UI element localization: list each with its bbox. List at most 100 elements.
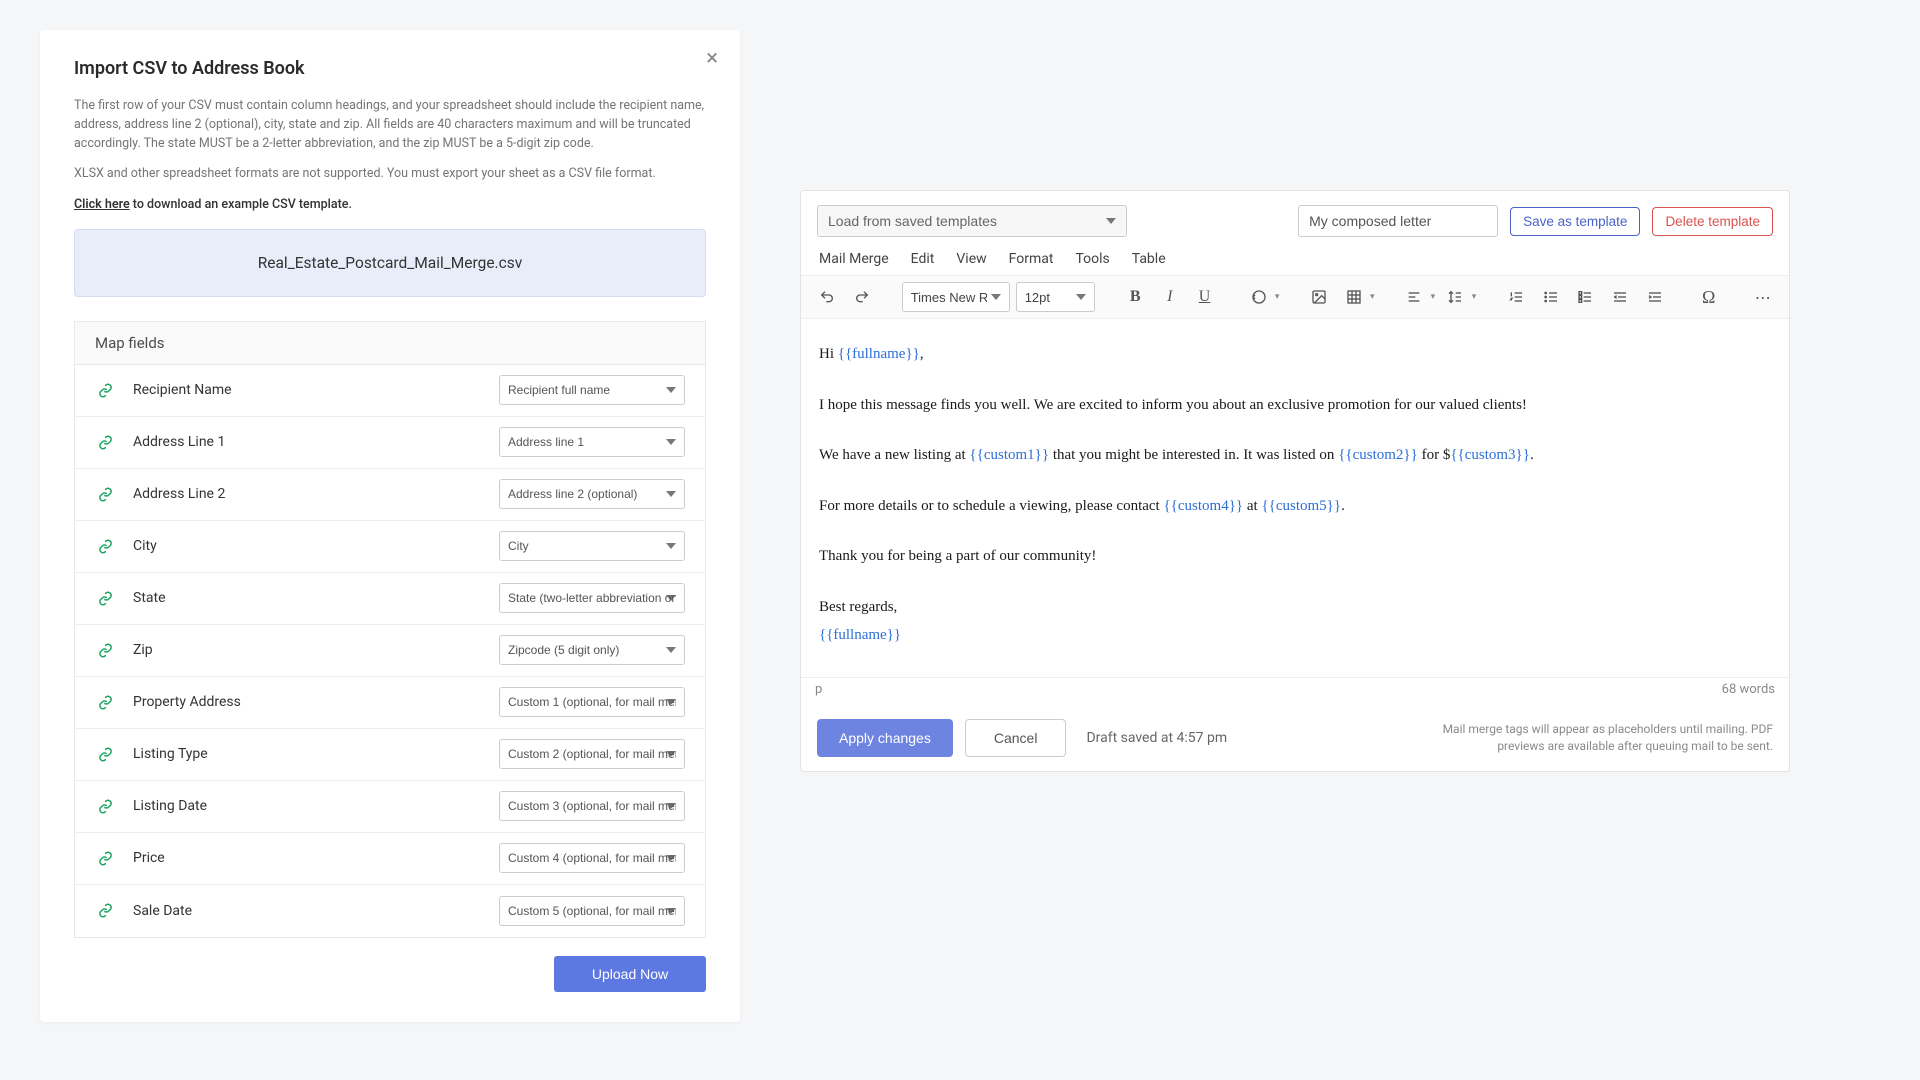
map-field-label: City xyxy=(133,538,499,554)
letter-name-input[interactable] xyxy=(1298,205,1498,237)
merge-tag: {{custom4}} xyxy=(1163,498,1243,514)
editor-toolbar: Times New R... 12pt B I U ▾ ▾ ▾ ▾ xyxy=(801,275,1789,319)
chevron-down-icon[interactable]: ▾ xyxy=(1275,292,1280,302)
menu-item[interactable]: Edit xyxy=(911,251,935,267)
delete-template-button[interactable]: Delete template xyxy=(1652,207,1773,236)
undo-icon[interactable] xyxy=(813,282,842,312)
download-template-link[interactable]: Click here xyxy=(74,197,130,212)
map-field-select[interactable]: City xyxy=(499,531,685,561)
desc-text-2: XLSX and other spreadsheet formats are n… xyxy=(74,165,706,184)
map-field-label: Property Address xyxy=(133,694,499,710)
menu-item[interactable]: Format xyxy=(1009,251,1054,267)
map-field-select[interactable]: State (two-letter abbreviation only) xyxy=(499,583,685,613)
editor-action-row: Apply changes Cancel Draft saved at 4:57… xyxy=(801,705,1789,771)
cancel-button[interactable]: Cancel xyxy=(965,719,1067,757)
link-icon xyxy=(95,536,115,556)
merge-tag: {{custom5}} xyxy=(1261,498,1341,514)
numbered-list-icon[interactable] xyxy=(1502,282,1531,312)
template-select[interactable]: Load from saved templates xyxy=(817,205,1127,237)
apply-changes-button[interactable]: Apply changes xyxy=(817,719,953,757)
merge-tag: {{custom2}} xyxy=(1338,447,1418,463)
checklist-icon[interactable] xyxy=(1571,282,1600,312)
image-icon[interactable] xyxy=(1305,282,1334,312)
editor-line: We have a new listing at {{custom1}} tha… xyxy=(819,444,1771,467)
link-icon xyxy=(95,744,115,764)
editor-line: For more details or to schedule a viewin… xyxy=(819,495,1771,518)
uploaded-file-box: Real_Estate_Postcard_Mail_Merge.csv xyxy=(74,229,706,297)
editor-line: {{fullname}} xyxy=(819,624,1771,647)
merge-tag: {{custom3}} xyxy=(1450,447,1530,463)
map-fields-list: Recipient NameRecipient full nameAddress… xyxy=(74,365,706,938)
omega-icon[interactable]: Ω xyxy=(1694,282,1723,312)
editor-line: Thank you for being a part of our commun… xyxy=(819,545,1771,568)
map-field-row: ZipZipcode (5 digit only) xyxy=(75,625,705,677)
redo-icon[interactable] xyxy=(848,282,877,312)
chevron-down-icon[interactable]: ▾ xyxy=(1472,292,1477,302)
map-field-row: Sale DateCustom 5 (optional, for mail me… xyxy=(75,885,705,937)
chevron-down-icon[interactable]: ▾ xyxy=(1370,292,1375,302)
link-icon xyxy=(95,640,115,660)
underline-icon[interactable]: U xyxy=(1190,282,1219,312)
indent-icon[interactable] xyxy=(1640,282,1669,312)
word-count: 68 words xyxy=(1722,682,1775,697)
link-icon xyxy=(95,692,115,712)
map-field-row: PriceCustom 4 (optional, for mail merge) xyxy=(75,833,705,885)
align-icon[interactable] xyxy=(1400,282,1429,312)
draft-saved-text: Draft saved at 4:57 pm xyxy=(1086,730,1227,746)
map-field-select[interactable]: Address line 1 xyxy=(499,427,685,457)
line-height-icon[interactable] xyxy=(1441,282,1470,312)
merge-tag: {{fullname}} xyxy=(819,627,901,643)
editor-status-bar: p 68 words xyxy=(801,677,1789,705)
editor-body[interactable]: Hi {{fullname}}, I hope this message fin… xyxy=(801,319,1789,677)
editor-line: Hi {{fullname}}, xyxy=(819,343,1771,366)
bold-icon[interactable]: B xyxy=(1121,282,1150,312)
map-field-row: Recipient NameRecipient full name xyxy=(75,365,705,417)
map-field-select[interactable]: Zipcode (5 digit only) xyxy=(499,635,685,665)
bullet-list-icon[interactable] xyxy=(1536,282,1565,312)
font-family-select[interactable]: Times New R... xyxy=(902,282,1010,312)
status-path: p xyxy=(815,682,822,697)
map-field-label: Zip xyxy=(133,642,499,658)
upload-now-button[interactable]: Upload Now xyxy=(554,956,706,992)
table-icon[interactable] xyxy=(1339,282,1368,312)
desc-text-1: The first row of your CSV must contain c… xyxy=(74,97,706,153)
map-field-row: Listing TypeCustom 2 (optional, for mail… xyxy=(75,729,705,781)
save-template-button[interactable]: Save as template xyxy=(1510,207,1640,236)
history-icon[interactable] xyxy=(1244,282,1273,312)
panel-title: Import CSV to Address Book xyxy=(74,58,706,79)
editor-panel: Load from saved templates Save as templa… xyxy=(800,30,1880,1022)
menu-item[interactable]: View xyxy=(956,251,986,267)
download-template-line: Click here to download an example CSV te… xyxy=(74,196,706,215)
menu-item[interactable]: Tools xyxy=(1075,251,1109,267)
editor-menubar: Mail Merge Edit View Format Tools Table xyxy=(801,247,1789,275)
menu-item[interactable]: Mail Merge xyxy=(819,251,889,267)
map-field-select[interactable]: Custom 5 (optional, for mail merge) xyxy=(499,896,685,926)
menu-item[interactable]: Table xyxy=(1132,251,1166,267)
download-template-tail: to download an example CSV template. xyxy=(130,197,352,212)
map-field-row: Property AddressCustom 1 (optional, for … xyxy=(75,677,705,729)
editor-line: I hope this message finds you well. We a… xyxy=(819,394,1771,417)
map-field-row: StateState (two-letter abbreviation only… xyxy=(75,573,705,625)
map-field-select[interactable]: Custom 4 (optional, for mail merge) xyxy=(499,843,685,873)
font-size-select[interactable]: 12pt xyxy=(1016,282,1096,312)
link-icon xyxy=(95,380,115,400)
map-field-select[interactable]: Custom 2 (optional, for mail merge) xyxy=(499,739,685,769)
map-field-select[interactable]: Recipient full name xyxy=(499,375,685,405)
link-icon xyxy=(95,484,115,504)
map-field-select[interactable]: Custom 3 (optional, for mail merge) xyxy=(499,791,685,821)
link-icon xyxy=(95,588,115,608)
more-icon[interactable]: ⋯ xyxy=(1748,282,1777,312)
map-field-row: Address Line 1Address line 1 xyxy=(75,417,705,469)
import-csv-panel: × Import CSV to Address Book The first r… xyxy=(40,30,740,1022)
close-icon[interactable]: × xyxy=(706,48,718,70)
map-field-select[interactable]: Custom 1 (optional, for mail merge) xyxy=(499,687,685,717)
map-field-row: Listing DateCustom 3 (optional, for mail… xyxy=(75,781,705,833)
map-field-select[interactable]: Address line 2 (optional) xyxy=(499,479,685,509)
outdent-icon[interactable] xyxy=(1606,282,1635,312)
merge-tag: {{custom1}} xyxy=(969,447,1049,463)
editor-line: Best regards, xyxy=(819,596,1771,619)
italic-icon[interactable]: I xyxy=(1155,282,1184,312)
link-icon xyxy=(95,901,115,921)
map-field-label: Address Line 1 xyxy=(133,434,499,450)
chevron-down-icon[interactable]: ▾ xyxy=(1431,292,1436,302)
